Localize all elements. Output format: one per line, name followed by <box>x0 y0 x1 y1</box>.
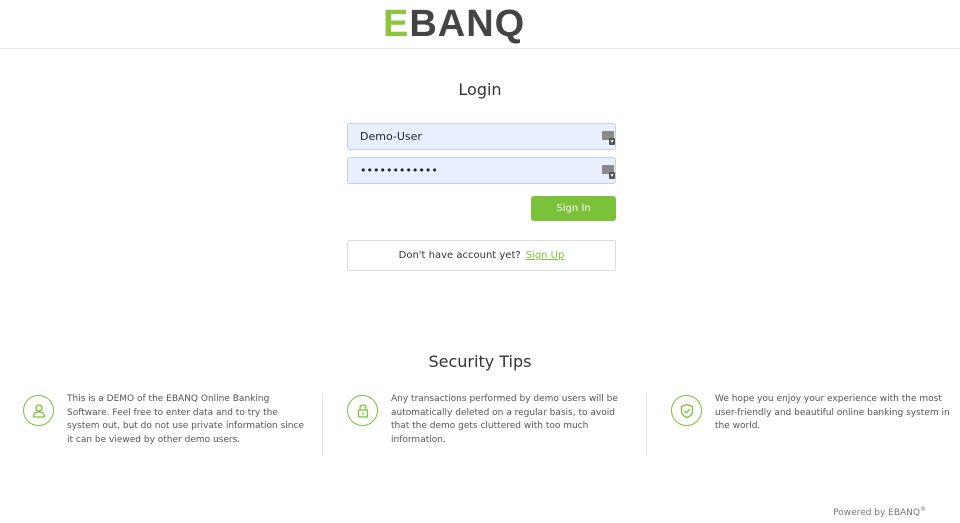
lock-icon <box>347 395 378 426</box>
divider <box>322 393 323 456</box>
ebanq-logo[interactable]: E BANQ <box>383 5 525 43</box>
top-header: E BANQ <box>0 0 960 49</box>
powered-by-text: Powered by EBANQ <box>833 508 920 518</box>
sign-up-link[interactable]: Sign Up <box>526 250 565 261</box>
powered-by: Powered by EBANQ® <box>833 506 926 518</box>
user-icon <box>23 395 54 426</box>
password-field[interactable]: •••••••••••• ▾ <box>347 157 616 184</box>
sign-in-button[interactable]: Sign In <box>531 196 616 221</box>
username-field[interactable]: Demo-User ▾ <box>347 123 616 150</box>
tip-text: We hope you enjoy your experience with t… <box>715 394 950 431</box>
login-title: Login <box>458 80 502 99</box>
username-value: Demo-User <box>360 130 422 143</box>
signup-prompt: Don't have account yet? Sign Up <box>347 240 616 271</box>
security-tip: Any transactions performed by demo users… <box>347 393 647 457</box>
security-tips-title: Security Tips <box>428 352 532 371</box>
password-value: •••••••••••• <box>360 164 438 177</box>
password-manager-key-icon[interactable]: ▾ <box>602 165 615 179</box>
no-account-text: Don't have account yet? <box>398 250 521 261</box>
logo-letter-e: E <box>383 3 410 45</box>
tip-text: Any transactions performed by demo users… <box>391 394 618 445</box>
security-tip: We hope you enjoy your experience with t… <box>671 393 960 457</box>
logo-letters: BANQ <box>409 3 526 45</box>
security-tip: This is a DEMO of the EBANQ Online Banki… <box>23 393 323 457</box>
divider <box>646 393 647 456</box>
password-manager-key-icon[interactable]: ▾ <box>602 131 615 145</box>
tip-text: This is a DEMO of the EBANQ Online Banki… <box>67 394 305 445</box>
shield-check-icon <box>671 395 702 426</box>
registered-mark: ® <box>920 506 926 513</box>
